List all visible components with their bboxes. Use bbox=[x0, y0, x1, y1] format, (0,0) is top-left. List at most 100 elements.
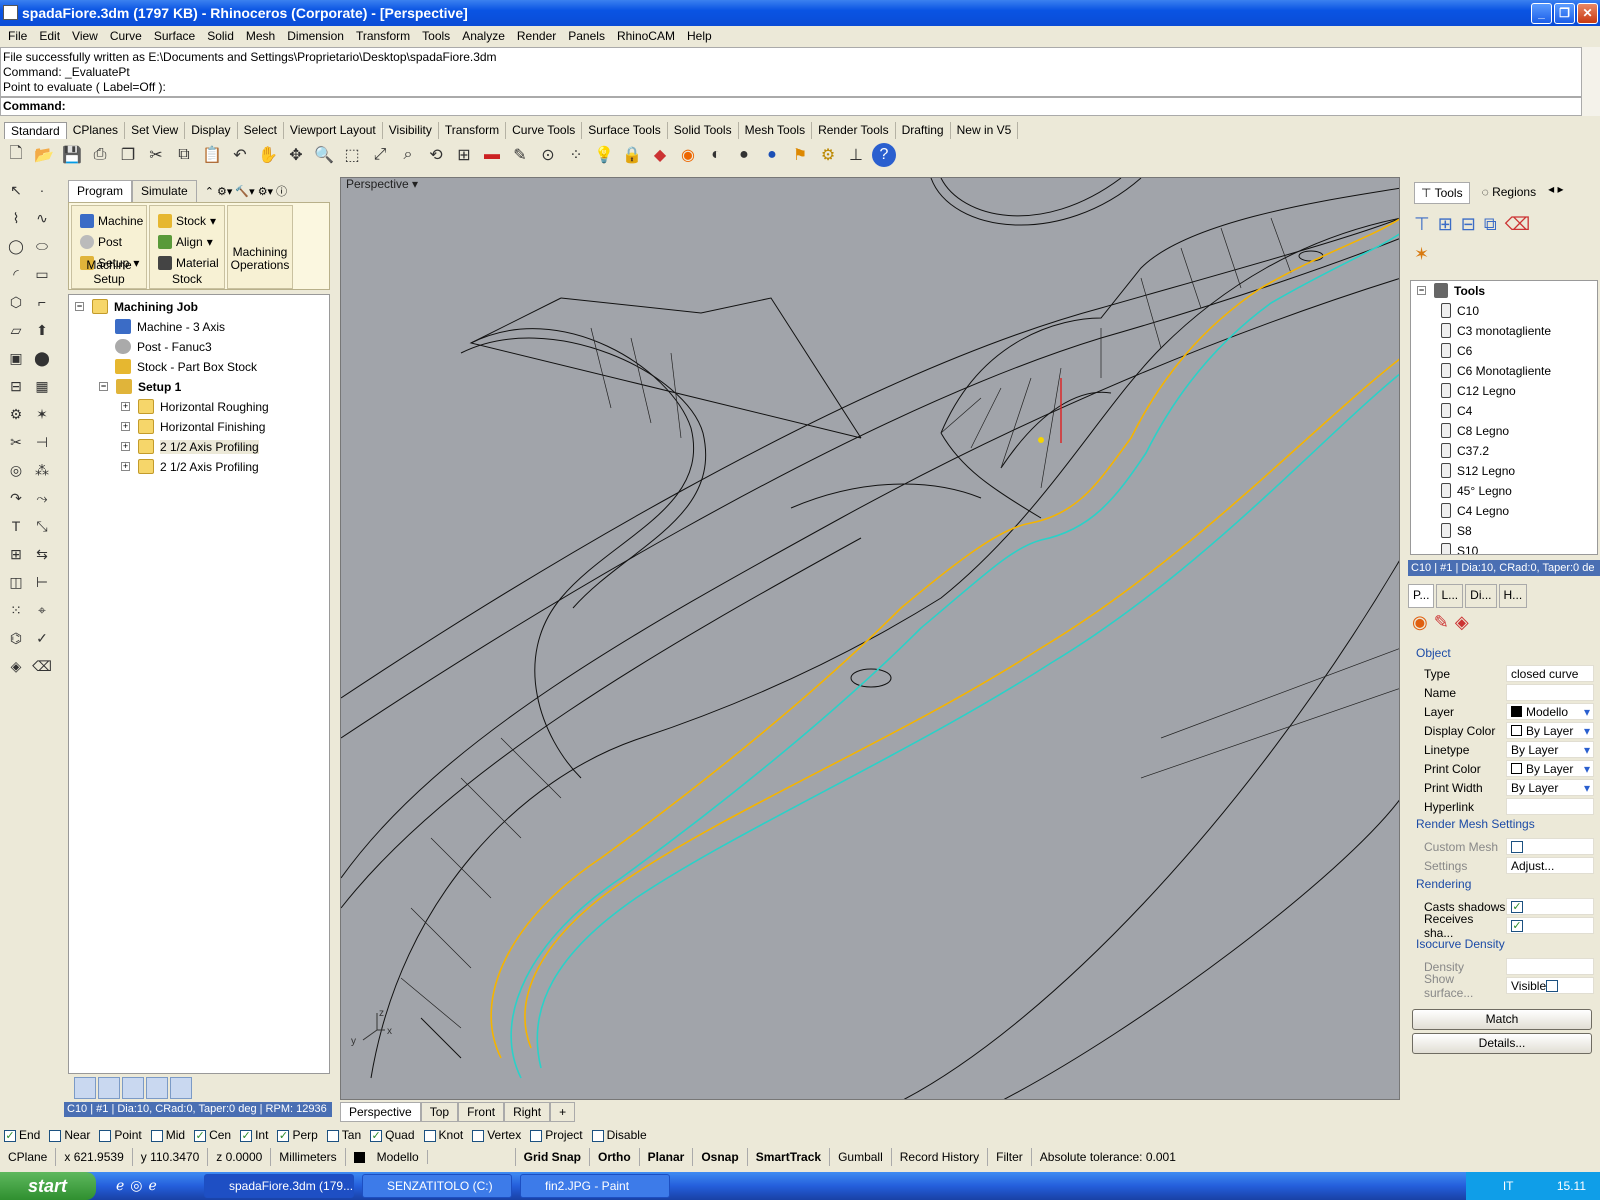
osnap-checkbox[interactable] bbox=[326, 1129, 339, 1142]
undo-icon[interactable]: ↶ bbox=[228, 143, 252, 167]
zoom-window-icon[interactable]: ⬚ bbox=[340, 143, 364, 167]
osnap-knot[interactable]: Knot bbox=[423, 1128, 463, 1142]
chevron-down-icon[interactable]: ▾ bbox=[1584, 724, 1593, 738]
gumball-toggle[interactable]: Gumball bbox=[830, 1148, 892, 1166]
text-icon[interactable]: T bbox=[4, 514, 28, 538]
tab-top[interactable]: Top bbox=[420, 1102, 459, 1122]
property-value[interactable]: ✓ bbox=[1506, 917, 1594, 934]
property-value[interactable] bbox=[1506, 684, 1594, 701]
task-explorer[interactable]: SENZATITOLO (C:) bbox=[362, 1174, 512, 1198]
group-icon[interactable]: ◎ bbox=[4, 458, 28, 482]
osnap-tan[interactable]: Tan bbox=[326, 1128, 361, 1142]
color-wheel-icon[interactable]: ◉ bbox=[676, 143, 700, 167]
polygon-icon[interactable]: ⬡ bbox=[4, 290, 28, 314]
planar-toggle[interactable]: Planar bbox=[640, 1148, 694, 1166]
check-icon[interactable]: ✓ bbox=[30, 626, 54, 650]
mirror-icon[interactable]: ⇆ bbox=[30, 542, 54, 566]
property-value[interactable]: By Layer ▾ bbox=[1506, 722, 1594, 739]
tool-add-icon[interactable]: ⊞ bbox=[1438, 214, 1453, 235]
osnap-toggle[interactable]: Osnap bbox=[693, 1148, 748, 1166]
chevron-down-icon[interactable]: ▾ bbox=[1584, 705, 1593, 719]
ortho-toggle[interactable]: Ortho bbox=[590, 1148, 640, 1166]
snap-icon[interactable]: ⌖ bbox=[30, 598, 54, 622]
split-icon[interactable]: ⊣ bbox=[30, 430, 54, 454]
tool-item[interactable]: C12 Legno bbox=[1441, 383, 1516, 398]
tab-right[interactable]: Right bbox=[504, 1102, 551, 1122]
pan-hand-icon[interactable]: ✋ bbox=[256, 143, 280, 167]
ungroup-icon[interactable]: ⁂ bbox=[30, 458, 54, 482]
rectangle-icon[interactable]: ▭ bbox=[30, 262, 54, 286]
menu-panels[interactable]: Panels bbox=[562, 29, 611, 43]
object-properties-icon[interactable]: ◉ bbox=[1412, 612, 1428, 633]
sketch-icon[interactable]: ✎ bbox=[508, 143, 532, 167]
settings-gear-icon[interactable]: ⚙ bbox=[816, 143, 840, 167]
grid-snap-toggle[interactable]: Grid Snap bbox=[516, 1148, 590, 1166]
property-value[interactable] bbox=[1506, 798, 1594, 815]
trim-icon[interactable]: ✂ bbox=[4, 430, 28, 454]
ie-icon[interactable]: ℯ bbox=[116, 1177, 124, 1194]
property-value[interactable]: By Layer ▾ bbox=[1506, 779, 1594, 796]
curve-cv-icon[interactable]: ∿ bbox=[30, 206, 54, 230]
osnap-checkbox[interactable] bbox=[423, 1129, 436, 1142]
cplane-label[interactable]: CPlane bbox=[0, 1148, 57, 1166]
osnap-checkbox[interactable] bbox=[49, 1129, 62, 1142]
tab-viewport-layout[interactable]: Viewport Layout bbox=[284, 122, 383, 139]
copy-icon[interactable]: ⧉ bbox=[172, 143, 196, 167]
layer-icon[interactable]: ◆ bbox=[648, 143, 672, 167]
tool-item[interactable]: S12 Legno bbox=[1441, 463, 1515, 478]
solid-box-icon[interactable]: ◫ bbox=[4, 570, 28, 594]
tool-item[interactable]: C6 Monotagliente bbox=[1441, 363, 1551, 378]
regenerate-icon[interactable] bbox=[146, 1077, 168, 1099]
tab-layers[interactable]: L... bbox=[1436, 584, 1464, 608]
tool-item[interactable]: C8 Legno bbox=[1441, 423, 1509, 438]
tab-front[interactable]: Front bbox=[458, 1102, 505, 1122]
zoom-icon[interactable]: 🔍 bbox=[312, 143, 336, 167]
polyline-icon[interactable]: ⌇ bbox=[4, 206, 28, 230]
save-icon[interactable]: 💾 bbox=[60, 143, 84, 167]
extrude-icon[interactable]: ⬆ bbox=[30, 318, 54, 342]
surface-corners-icon[interactable]: ▱ bbox=[4, 318, 28, 342]
move-view-icon[interactable]: ✥ bbox=[284, 143, 308, 167]
chevron-down-icon[interactable]: ▾ bbox=[1584, 762, 1593, 776]
machining-operations-button[interactable]: Machining Operations bbox=[227, 205, 293, 289]
menu-solid[interactable]: Solid bbox=[201, 29, 240, 43]
tab-help[interactable]: H... bbox=[1498, 584, 1528, 608]
tab-display[interactable]: Display bbox=[185, 122, 238, 139]
tree-item-operation[interactable]: +2 1/2 Axis Profiling bbox=[121, 459, 259, 474]
tab-new-in-v5[interactable]: New in V5 bbox=[951, 122, 1019, 139]
restore-button[interactable]: ❐ bbox=[1554, 3, 1575, 24]
material-button[interactable]: Material bbox=[158, 256, 219, 270]
menu-rhinocam[interactable]: RhinoCAM bbox=[611, 29, 681, 43]
tool-item[interactable]: C37.2 bbox=[1441, 443, 1489, 458]
chevron-down-icon[interactable]: ▾ bbox=[1584, 743, 1593, 757]
osnap-checkbox[interactable]: ✓ bbox=[240, 1129, 253, 1142]
filter-toggle[interactable]: Filter bbox=[988, 1148, 1032, 1166]
menu-mesh[interactable]: Mesh bbox=[240, 29, 281, 43]
zoom-extents-icon[interactable]: ⤢ bbox=[368, 143, 392, 167]
tool-copy-icon[interactable]: ⧉ bbox=[1484, 214, 1497, 235]
rhino-app-icon[interactable] bbox=[3, 5, 18, 20]
tree-item-post[interactable]: Post - Fanuc3 bbox=[115, 339, 212, 354]
menu-curve[interactable]: Curve bbox=[104, 29, 148, 43]
tab-set-view[interactable]: Set View bbox=[125, 122, 186, 139]
car-icon[interactable]: ▬ bbox=[480, 143, 504, 167]
viewport-layout-icon[interactable]: ⊞ bbox=[452, 143, 476, 167]
select-points-icon[interactable]: ⁘ bbox=[564, 143, 588, 167]
viewport-title[interactable]: Perspective ▾ bbox=[346, 177, 418, 191]
panel-arrows-icon[interactable]: ◂ ▸ bbox=[1548, 182, 1563, 204]
osnap-near[interactable]: Near bbox=[49, 1128, 90, 1142]
print-icon[interactable]: ⎙ bbox=[88, 143, 112, 167]
tool-item[interactable]: C6 bbox=[1441, 343, 1472, 358]
tool-item[interactable]: C4 Legno bbox=[1441, 503, 1509, 518]
sphere-icon[interactable]: ⬤ bbox=[30, 346, 54, 370]
property-checkbox[interactable]: ✓ bbox=[1511, 919, 1523, 932]
current-layer[interactable]: Modello bbox=[346, 1148, 516, 1166]
tree-item-operation[interactable]: + Horizontal Finishing bbox=[121, 419, 265, 434]
property-value[interactable]: By Layer ▾ bbox=[1506, 741, 1594, 758]
paste-icon[interactable]: 📋 bbox=[200, 143, 224, 167]
tab-perspective[interactable]: Perspective bbox=[340, 1102, 421, 1122]
match-button[interactable]: Match bbox=[1412, 1009, 1592, 1030]
menu-analyze[interactable]: Analyze bbox=[456, 29, 511, 43]
language-indicator[interactable]: IT bbox=[1503, 1179, 1514, 1193]
tree-item-machine[interactable]: Machine - 3 Axis bbox=[115, 319, 225, 334]
